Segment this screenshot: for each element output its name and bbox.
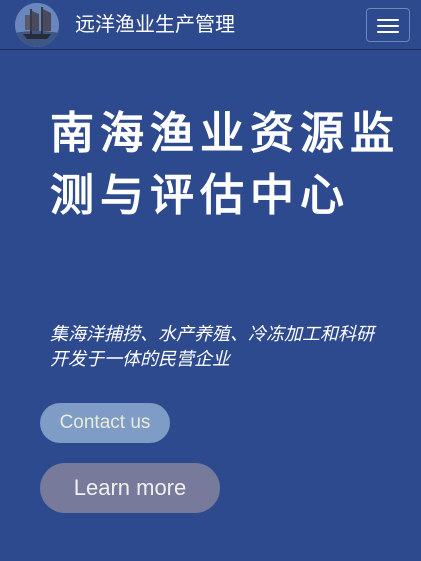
- hero-subtitle: 集海洋捕捞、水产养殖、冷冻加工和科研开发于一体的民营企业: [50, 324, 374, 370]
- sailing-ship-icon[interactable]: [15, 3, 59, 47]
- learn-more-button[interactable]: Learn more: [40, 463, 220, 513]
- brand-title[interactable]: 远洋渔业生产管理: [75, 11, 235, 37]
- hero-title: 南海渔业资源监测与评估中心: [50, 108, 400, 221]
- menu-bar-line: [377, 19, 399, 21]
- menu-bar-line: [377, 25, 399, 27]
- menu-bar-line: [377, 31, 399, 33]
- hamburger-menu-icon[interactable]: [366, 8, 410, 42]
- contact-us-button[interactable]: Contact us: [40, 403, 170, 443]
- navbar: 远洋渔业生产管理: [0, 0, 421, 50]
